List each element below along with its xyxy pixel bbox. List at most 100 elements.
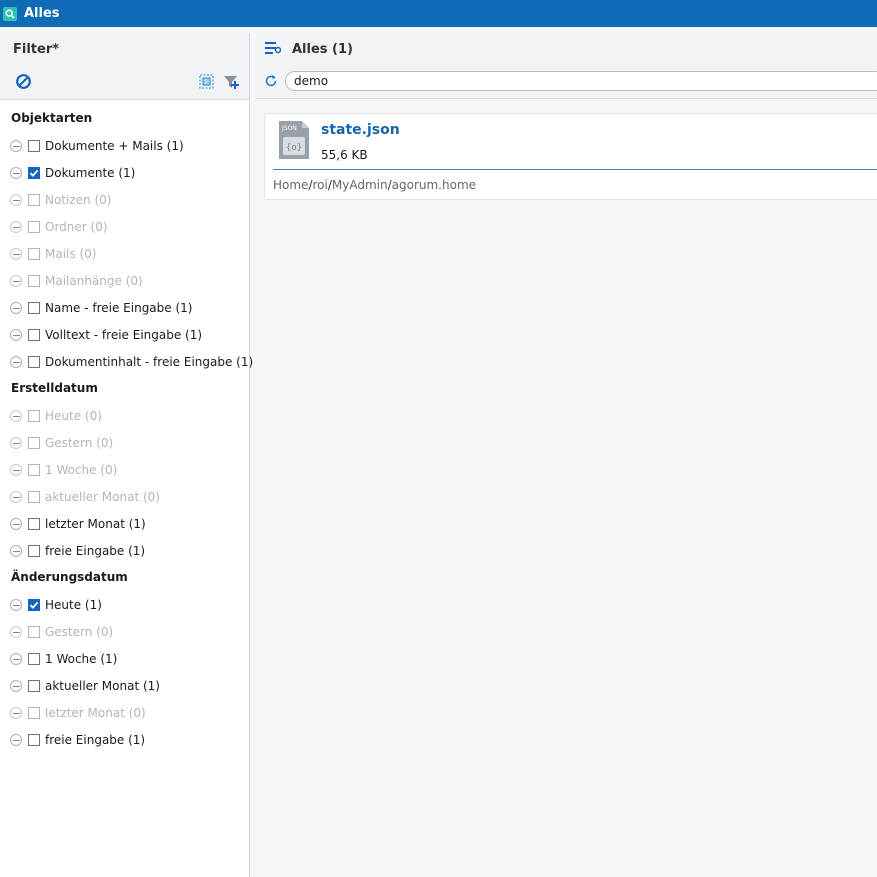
checkbox[interactable] [28,491,40,503]
exclude-icon[interactable] [10,680,22,692]
checkbox[interactable] [28,356,40,368]
breadcrumb-item[interactable]: Home [273,178,308,192]
exclude-icon[interactable] [10,356,22,368]
clear-filter-icon[interactable] [15,73,32,90]
checkbox[interactable] [28,221,40,233]
filter-option-label: Mails (0) [45,247,97,261]
filter-option[interactable]: Heute (0) [0,406,102,426]
checkbox[interactable] [28,545,40,557]
filter-option[interactable]: Dokumente (1) [0,163,135,183]
exclude-icon[interactable] [10,518,22,530]
result-card[interactable]: {o} JSON state.json 55,6 KB Home / roi /… [264,113,877,200]
filter-option-label: Dokumentinhalt - freie Eingabe (1) [45,355,254,369]
exclude-icon[interactable] [10,167,22,179]
checkbox[interactable] [28,275,40,287]
filter-option[interactable]: Ordner (0) [0,217,108,237]
filter-option[interactable]: Mails (0) [0,244,96,264]
filter-option-label: freie Eingabe (1) [45,544,146,558]
exclude-icon[interactable] [10,140,22,152]
search-input[interactable]: demo [285,71,877,91]
breadcrumb: Home / roi / MyAdmin / agorum.home [273,178,476,192]
select-area-icon[interactable] [199,74,214,89]
filter-option[interactable]: Heute (1) [0,595,102,615]
exclude-icon[interactable] [10,248,22,260]
exclude-icon[interactable] [10,437,22,449]
add-filter-icon[interactable] [223,74,240,90]
filter-header: Filter* [0,33,249,100]
exclude-icon[interactable] [10,221,22,233]
filter-option-label: Name - freie Eingabe (1) [45,301,193,315]
exclude-icon[interactable] [10,653,22,665]
filter-option[interactable]: letzter Monat (0) [0,703,146,723]
exclude-icon[interactable] [10,302,22,314]
filter-option[interactable]: Notizen (0) [0,190,111,210]
checkbox-checked[interactable] [28,599,40,611]
exclude-icon[interactable] [10,707,22,719]
checkbox[interactable] [28,302,40,314]
breadcrumb-item[interactable]: agorum.home [392,178,476,192]
exclude-icon[interactable] [10,464,22,476]
exclude-icon[interactable] [10,194,22,206]
filter-section-title: Objektarten [11,111,93,125]
filter-option[interactable]: 1 Woche (0) [0,460,117,480]
refresh-icon[interactable] [264,74,278,88]
file-size: 55,6 KB [321,148,368,162]
filter-option-label: Dokumente (1) [45,166,136,180]
filter-option-label: Heute (1) [45,598,102,612]
filter-option[interactable]: freie Eingabe (1) [0,730,145,750]
checkbox-checked[interactable] [28,167,40,179]
filter-option-label: letzter Monat (1) [45,517,146,531]
checkbox[interactable] [28,653,40,665]
exclude-icon[interactable] [10,491,22,503]
list-settings-icon[interactable] [265,41,282,55]
filter-option-label: Ordner (0) [45,220,108,234]
checkbox[interactable] [28,680,40,692]
file-name-link[interactable]: state.json [321,122,400,138]
checkbox[interactable] [28,410,40,422]
checkbox[interactable] [28,626,40,638]
checkbox[interactable] [28,140,40,152]
checkbox[interactable] [28,329,40,341]
filter-option[interactable]: Name - freie Eingabe (1) [0,298,192,318]
exclude-icon[interactable] [10,329,22,341]
filter-option[interactable]: Gestern (0) [0,433,113,453]
breadcrumb-item[interactable]: roi [312,178,327,192]
filter-section-title: Erstelldatum [11,381,98,395]
filter-option-label: Gestern (0) [45,625,114,639]
exclude-icon[interactable] [10,599,22,611]
exclude-icon[interactable] [10,410,22,422]
filter-option[interactable]: freie Eingabe (1) [0,541,145,561]
filter-option-label: Mailanhänge (0) [45,274,143,288]
results-panel: Alles (1) demo {o} JSON state.json 55,6 … [256,33,877,877]
filter-option[interactable]: Gestern (0) [0,622,113,642]
filter-option-label: Dokumente + Mails (1) [45,139,184,153]
checkbox[interactable] [28,707,40,719]
json-icon-label: JSON [281,125,297,132]
filter-section-title: Änderungsdatum [11,570,128,584]
exclude-icon[interactable] [10,275,22,287]
filter-option-label: freie Eingabe (1) [45,733,146,747]
exclude-icon[interactable] [10,734,22,746]
checkbox[interactable] [28,248,40,260]
filter-option-label: Gestern (0) [45,436,114,450]
results-header: Alles (1) demo [256,33,877,99]
filter-option[interactable]: letzter Monat (1) [0,514,146,534]
window-title: Alles [24,6,60,21]
results-title: Alles (1) [292,42,353,57]
filter-option[interactable]: 1 Woche (1) [0,649,117,669]
filter-option[interactable]: Volltext - freie Eingabe (1) [0,325,202,345]
filter-option[interactable]: aktueller Monat (0) [0,487,160,507]
checkbox[interactable] [28,437,40,449]
filter-option[interactable]: aktueller Monat (1) [0,676,160,696]
exclude-icon[interactable] [10,626,22,638]
checkbox[interactable] [28,734,40,746]
filter-option[interactable]: Mailanhänge (0) [0,271,143,291]
filter-option[interactable]: Dokumente + Mails (1) [0,136,184,156]
breadcrumb-item[interactable]: MyAdmin [332,178,388,192]
exclude-icon[interactable] [10,545,22,557]
checkbox[interactable] [28,518,40,530]
filter-option[interactable]: Dokumentinhalt - freie Eingabe (1) [0,352,253,372]
checkbox[interactable] [28,194,40,206]
filter-option-label: 1 Woche (0) [45,463,118,477]
checkbox[interactable] [28,464,40,476]
